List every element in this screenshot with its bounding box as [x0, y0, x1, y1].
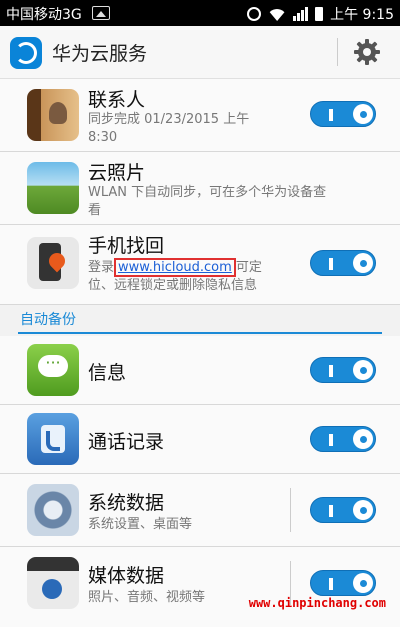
cloud-sync-app-icon — [10, 37, 42, 69]
carrier-label: 中国移动3G — [6, 7, 82, 23]
item-title: 信息 — [88, 362, 127, 384]
app-bar: 华为云服务 — [0, 26, 400, 79]
messages-toggle[interactable] — [310, 357, 376, 383]
hicloud-link[interactable]: www.hicloud.com — [118, 260, 232, 275]
section-label: 自动备份 — [20, 312, 76, 328]
item-title: 媒体数据 — [88, 565, 165, 587]
settings-button[interactable] — [352, 37, 382, 67]
item-title: 系统数据 — [88, 492, 165, 514]
item-title: 联系人 — [88, 89, 146, 111]
find-phone-toggle[interactable] — [310, 250, 376, 276]
list-item-system-data[interactable]: 系统数据 系统设置、桌面等 — [0, 474, 400, 547]
list-item-find-phone[interactable]: 手机找回 登录 www.hicloud.com 可定 位、远程锁定或删除隐私信息 — [0, 225, 400, 305]
item-title: 通话记录 — [88, 431, 165, 453]
watermark: www.qinpinchang.com — [248, 596, 386, 610]
item-subtitle: 系统设置、桌面等 — [88, 517, 193, 532]
media-data-toggle[interactable] — [310, 570, 376, 596]
list-item-messages[interactable]: 信息 — [0, 336, 400, 405]
gear-icon — [354, 39, 380, 65]
system-data-toggle[interactable] — [310, 497, 376, 523]
section-header-auto-backup: 自动备份 — [0, 305, 400, 335]
alarm-icon — [247, 7, 262, 21]
wifi-icon — [268, 7, 286, 21]
signal-icon — [293, 7, 309, 21]
item-title: 云照片 — [88, 162, 146, 184]
appbar-divider — [337, 38, 338, 66]
battery-icon — [315, 7, 324, 21]
item-subtitle: 照片、音频、视频等 — [88, 590, 206, 605]
clock: 上午 9:15 — [330, 7, 394, 23]
list-item-cloud-photos[interactable]: 云照片 WLAN 下自动同步，可在多个华为设备查 看 — [0, 152, 400, 225]
contacts-toggle[interactable] — [310, 101, 376, 127]
media-data-icon — [27, 557, 79, 609]
section-divider — [18, 332, 382, 334]
status-icons: 上午 9:15 — [247, 4, 394, 24]
item-subtitle: 登录 www.hicloud.com 可定 位、远程锁定或删除隐私信息 — [88, 258, 262, 293]
row-divider — [290, 488, 291, 532]
messages-icon — [27, 344, 79, 396]
item-title: 手机找回 — [88, 235, 165, 257]
page-title: 华为云服务 — [52, 43, 148, 65]
system-data-icon — [27, 484, 79, 536]
status-bar: 中国移动3G 上午 9:15 — [0, 0, 400, 26]
item-subtitle: WLAN 下自动同步，可在多个华为设备查 看 — [88, 185, 327, 218]
contacts-icon — [27, 89, 79, 141]
item-subtitle: 同步完成 01/23/2015 上午 8:30 — [88, 112, 250, 145]
call-log-icon — [27, 413, 79, 465]
list-item-call-log[interactable]: 通话记录 — [0, 405, 400, 474]
list-item-media-data[interactable]: 媒体数据 照片、音频、视频等 — [0, 547, 400, 627]
image-notification-icon — [92, 6, 110, 20]
find-phone-icon — [27, 237, 79, 289]
call-log-toggle[interactable] — [310, 426, 376, 452]
photos-icon — [27, 162, 79, 214]
list-item-contacts[interactable]: 联系人 同步完成 01/23/2015 上午 8:30 — [0, 79, 400, 152]
